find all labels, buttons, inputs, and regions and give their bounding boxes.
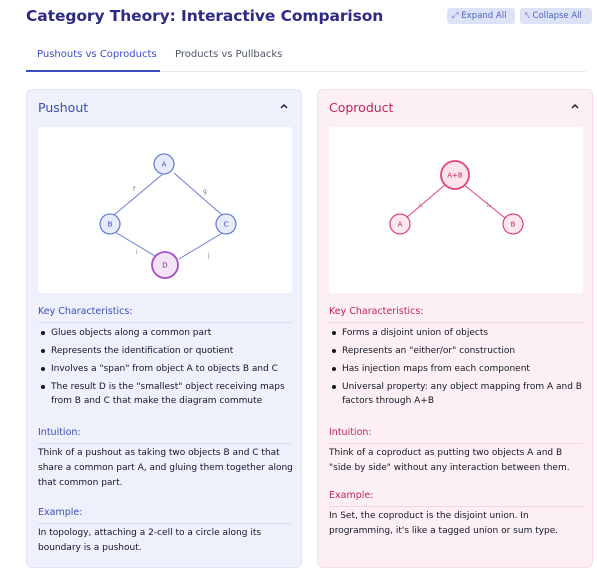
pushout-example-text: In topology, attaching a 2-cell to a cir… (38, 528, 262, 553)
edge-label-f: f (133, 186, 136, 193)
svg-text:B: B (511, 221, 516, 229)
node-B[interactable]: B (99, 213, 121, 235)
coproduct-panel-title: Coproduct (329, 100, 394, 115)
coproduct-intuition-label: Intuition: (329, 427, 583, 444)
pushout-intuition-text: Think of a pushout as taking two objects… (38, 448, 293, 488)
coproduct-example-label-text: Example: (329, 490, 374, 501)
edge-f (113, 172, 165, 216)
divider (38, 322, 292, 323)
svg-text:A+B: A+B (447, 172, 463, 180)
coproduct-intuition-label-text: Intuition: (329, 427, 372, 438)
coproduct-example-text: In Set, the coproduct is the disjoint un… (329, 511, 559, 536)
tab-bar: Pushouts vs Coproducts Products vs Pullb… (26, 44, 586, 72)
expand-icon: ⤢ (452, 11, 459, 20)
pushout-example-label: Example: (38, 507, 292, 524)
active-tab-indicator (26, 70, 160, 72)
edge-j (178, 231, 225, 260)
svg-text:A: A (162, 161, 167, 169)
edge-label-i1: i₁ (419, 202, 424, 209)
node-D[interactable]: D (151, 251, 179, 279)
pushout-characteristics-label: Key Characteristics: (38, 306, 292, 323)
divider (38, 523, 292, 524)
edge-i1 (405, 183, 447, 219)
edge-label-i2: i₂ (487, 202, 492, 209)
pushout-panel-title: Pushout (38, 100, 89, 115)
coproduct-intuition-text: Think of a coproduct as putting two obje… (329, 448, 570, 473)
collapse-all-button[interactable]: ⤣ Collapse All (520, 8, 592, 24)
list-item: Represents the identification or quotien… (38, 344, 292, 358)
edge-label-j: j (207, 252, 210, 259)
list-item: Universal property: any object mapping f… (329, 380, 583, 408)
node-A-plus-B[interactable]: A+B (440, 160, 470, 190)
svg-text:A: A (398, 221, 403, 229)
expand-all-button[interactable]: ⤢ Expand All (447, 8, 515, 24)
list-item: Has injection maps from each component (329, 362, 583, 376)
list-item: Glues objects along a common part (38, 326, 292, 340)
pushout-panel: Pushout f g i j A B C D Key Characterist… (26, 89, 302, 568)
pushout-characteristics-list: Glues objects along a common part Repres… (38, 326, 292, 412)
chevron-up-icon[interactable] (279, 102, 289, 110)
pushout-intuition-label-text: Intuition: (38, 427, 81, 438)
coproduct-characteristics-list: Forms a disjoint union of objects Repres… (329, 326, 583, 412)
node-C[interactable]: C (215, 213, 237, 235)
expand-all-label: Expand All (461, 11, 507, 21)
divider (38, 443, 292, 444)
chevron-up-icon[interactable] (570, 102, 580, 110)
node-A[interactable]: A (153, 153, 175, 175)
coproduct-example-label: Example: (329, 490, 583, 507)
node-A[interactable]: A (389, 213, 411, 235)
divider (329, 322, 583, 323)
pushout-characteristics-label-text: Key Characteristics: (38, 306, 133, 317)
header: Category Theory: Interactive Comparison … (0, 0, 597, 34)
node-B[interactable]: B (502, 213, 524, 235)
pushout-example-label-text: Example: (38, 507, 83, 518)
tab-pushouts-vs-coproducts[interactable]: Pushouts vs Coproducts (37, 49, 157, 60)
pushout-intuition-label: Intuition: (38, 427, 292, 444)
divider (329, 443, 583, 444)
list-item: Involves a "span" from object A to objec… (38, 362, 292, 376)
collapse-icon: ⤣ (525, 11, 530, 20)
tab-products-vs-pullbacks[interactable]: Products vs Pullbacks (175, 49, 282, 60)
svg-text:B: B (108, 221, 113, 229)
divider (329, 506, 583, 507)
edge-i2 (462, 183, 506, 219)
page-title: Category Theory: Interactive Comparison (26, 7, 384, 25)
list-item: The result D is the "smallest" object re… (38, 380, 292, 408)
list-item: Forms a disjoint union of objects (329, 326, 583, 340)
list-item: Represents an "either/or" construction (329, 344, 583, 358)
edge-label-g: g (203, 188, 207, 195)
svg-text:D: D (162, 262, 167, 270)
edge-label-i: i (136, 249, 138, 256)
coproduct-panel: Coproduct i₁ i₂ A+B A B Key Characterist… (317, 89, 593, 568)
collapse-all-label: Collapse All (532, 11, 582, 21)
pushout-diagram: f g i j A B C D (38, 127, 292, 293)
edge-g (173, 172, 223, 216)
coproduct-characteristics-label-text: Key Characteristics: (329, 306, 424, 317)
svg-text:C: C (224, 221, 229, 229)
coproduct-diagram: i₁ i₂ A+B A B (329, 127, 583, 293)
coproduct-characteristics-label: Key Characteristics: (329, 306, 583, 323)
